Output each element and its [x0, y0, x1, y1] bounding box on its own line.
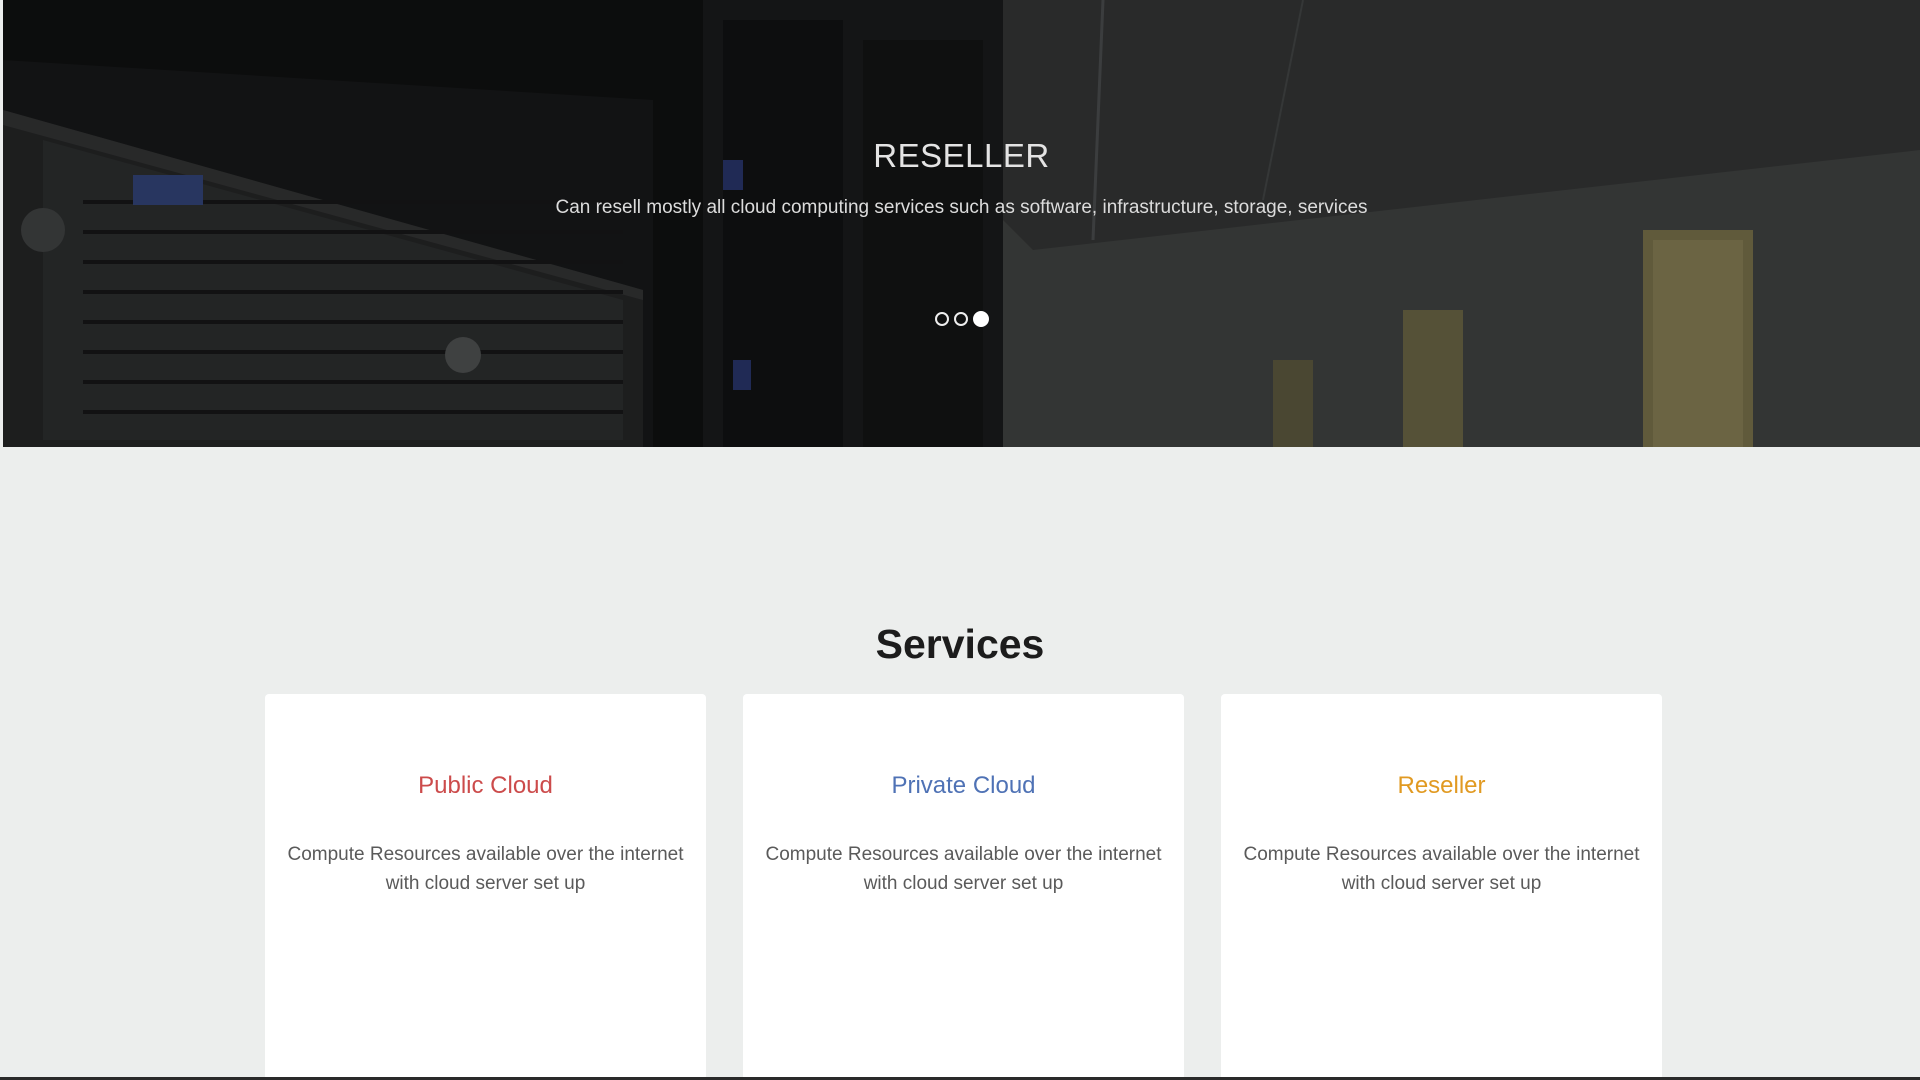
service-card-title: Reseller — [1397, 772, 1486, 799]
hero-title: RESELLER — [873, 137, 1050, 174]
service-card-public-cloud: Public Cloud Compute Resources available… — [265, 694, 706, 1080]
carousel-dot-3[interactable] — [972, 311, 989, 327]
service-card-description: Compute Resources available over the int… — [287, 844, 684, 894]
service-card-private-cloud: Private Cloud Compute Resources availabl… — [743, 694, 1184, 1080]
service-card-reseller: Reseller Compute Resources available ove… — [1221, 694, 1662, 1080]
carousel-indicators — [3, 311, 1920, 327]
service-card-description: Compute Resources available over the int… — [765, 844, 1162, 894]
carousel-dot-1[interactable] — [934, 312, 949, 326]
hero-carousel: RESELLER Can resell mostly all cloud com… — [3, 0, 1920, 447]
carousel-dot-2[interactable] — [953, 312, 968, 326]
hero-overlay — [3, 0, 1920, 447]
hero-subtitle: Can resell mostly all cloud computing se… — [555, 197, 1368, 218]
services-heading: Services — [875, 621, 1045, 668]
service-card-title: Public Cloud — [418, 772, 553, 799]
service-card-title: Private Cloud — [891, 772, 1036, 799]
service-card-description: Compute Resources available over the int… — [1243, 844, 1640, 894]
service-cards: Public Cloud Compute Resources available… — [265, 694, 1662, 1080]
